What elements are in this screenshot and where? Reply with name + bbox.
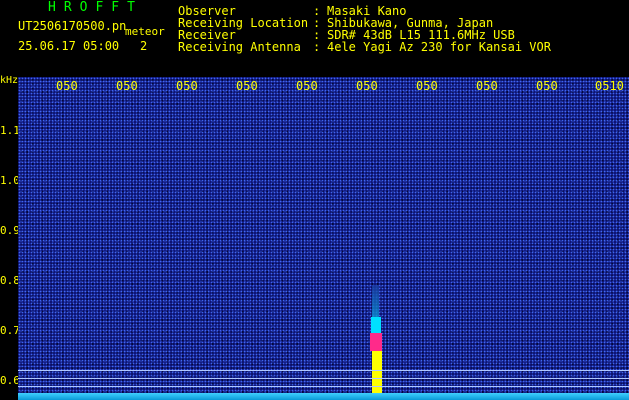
- antenna-label: Receiving Antenna: [178, 40, 301, 54]
- header-panel: HROFFT UT2506170500.pn meteor 25.06.17 0…: [0, 0, 629, 75]
- x-tick-label: 050: [416, 79, 438, 93]
- x-tick-label: 050: [56, 79, 78, 93]
- noise-texture: [18, 77, 629, 400]
- y-tick-label: 0.9: [0, 224, 20, 237]
- x-tick-label: 050: [296, 79, 318, 93]
- x-tick-label: 050: [236, 79, 258, 93]
- event-tag: meteor: [125, 25, 165, 38]
- app-title: HROFFT: [48, 0, 143, 15]
- file-name: UT2506170500.pn: [18, 19, 127, 33]
- reference-line: [18, 378, 629, 379]
- y-tick-label: 0.7: [0, 324, 20, 337]
- meteor-echo-peak: [370, 333, 382, 351]
- meteor-echo-mid: [371, 317, 381, 333]
- y-unit-label: kHz: [0, 75, 19, 86]
- y-tick-label: 1.1: [0, 124, 20, 137]
- date-time: 25.06.17 05:00: [18, 39, 120, 53]
- reference-line: [18, 386, 629, 387]
- x-tick-label: 050: [476, 79, 498, 93]
- x-tick-label: 050: [116, 79, 138, 93]
- x-tick-label: 0510: [595, 79, 624, 93]
- counter: 2: [140, 39, 148, 53]
- y-tick-label: 0.8: [0, 274, 20, 287]
- colon: :: [313, 40, 321, 54]
- antenna-value: 4ele Yagi Az 230 for Kansai VOR: [327, 40, 551, 54]
- x-tick-label: 050: [536, 79, 558, 93]
- x-tick-label: 050: [356, 79, 378, 93]
- x-tick-label: 050: [176, 79, 198, 93]
- reference-line: [18, 370, 629, 371]
- carrier-baseline: [18, 393, 629, 400]
- spectrogram[interactable]: 050 050 050 050 050 050 050 050 050 0510: [18, 77, 629, 400]
- y-tick-label: 1.0: [0, 174, 20, 187]
- y-tick-label: 0.6: [0, 374, 20, 387]
